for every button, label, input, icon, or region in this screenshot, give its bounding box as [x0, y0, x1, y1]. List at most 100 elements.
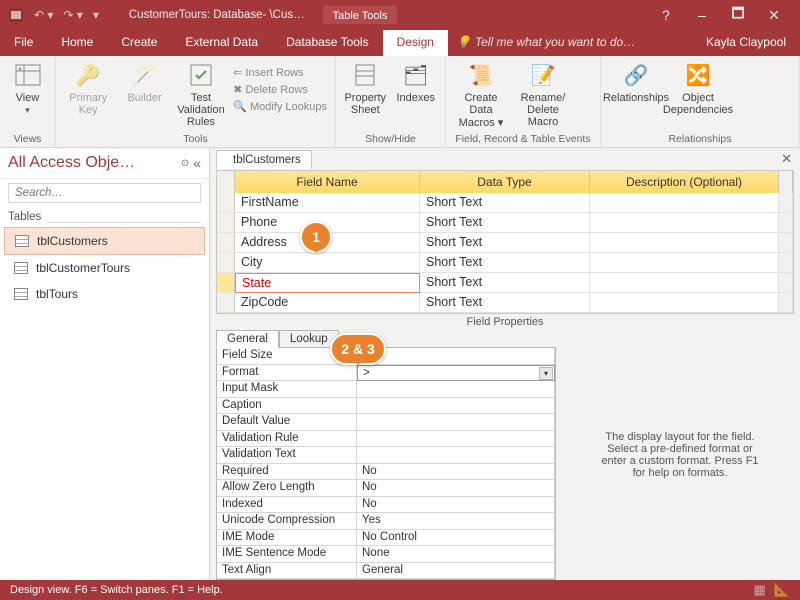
redo-icon[interactable]: ↷ ▾	[63, 8, 82, 22]
col-field-name[interactable]: Field Name	[235, 171, 420, 193]
tab-design[interactable]: Design	[383, 30, 448, 56]
description-cell[interactable]	[590, 273, 779, 293]
property-row[interactable]: Caption	[217, 398, 555, 415]
qat-customize-icon[interactable]: ▾	[93, 8, 99, 22]
insert-rows-button[interactable]: ⇐ Insert Rows	[233, 66, 327, 79]
field-name-cell[interactable]: ZipCode	[235, 293, 420, 313]
close-button[interactable]: ✕	[756, 7, 792, 24]
data-type-cell[interactable]: Short Text	[420, 253, 590, 273]
minimize-button[interactable]: –	[684, 7, 720, 23]
tab-general[interactable]: General	[216, 330, 279, 348]
description-cell[interactable]	[590, 193, 779, 213]
scrollbar-vertical[interactable]	[779, 273, 793, 293]
property-row[interactable]: IME Sentence ModeNone	[217, 546, 555, 563]
field-row[interactable]: StateShort Text	[217, 273, 793, 293]
nav-header[interactable]: All Access Obje…	[8, 154, 177, 172]
property-row[interactable]: IME ModeNo Control	[217, 530, 555, 547]
scrollbar-vertical[interactable]	[779, 213, 793, 233]
relationships-button[interactable]: 🔗Relationships	[609, 60, 663, 104]
tab-file[interactable]: File	[0, 30, 47, 56]
tab-create[interactable]: Create	[107, 30, 171, 56]
property-value[interactable]	[357, 447, 555, 464]
property-value[interactable]: General	[357, 563, 555, 580]
property-row[interactable]: Text AlignGeneral	[217, 563, 555, 580]
scrollbar-vertical[interactable]	[779, 193, 793, 213]
undo-icon[interactable]: ↶ ▾	[34, 8, 53, 22]
property-value[interactable]: No	[357, 464, 555, 481]
property-row[interactable]: RequiredNo	[217, 464, 555, 481]
row-selector[interactable]	[217, 293, 235, 313]
field-name-cell[interactable]: State	[235, 273, 420, 293]
view-button[interactable]: View ▼	[8, 60, 47, 115]
data-type-cell[interactable]: Short Text	[420, 233, 590, 253]
field-name-cell[interactable]: City	[235, 253, 420, 273]
dropdown-icon[interactable]: ▾	[539, 367, 553, 380]
scrollbar-vertical[interactable]	[779, 293, 793, 313]
property-value[interactable]: No Control	[357, 530, 555, 547]
row-selector[interactable]	[217, 213, 235, 233]
field-row[interactable]: ZipCodeShort Text	[217, 293, 793, 313]
close-object-icon[interactable]: ✕	[781, 151, 792, 167]
tab-home[interactable]: Home	[47, 30, 107, 56]
property-value[interactable]	[357, 431, 555, 448]
data-type-cell[interactable]: Short Text	[420, 213, 590, 233]
property-row[interactable]: Allow Zero LengthNo	[217, 480, 555, 497]
description-cell[interactable]	[590, 293, 779, 313]
scrollbar-vertical[interactable]	[779, 253, 793, 273]
scrollbar-vertical[interactable]	[779, 171, 793, 193]
tab-database-tools[interactable]: Database Tools	[272, 30, 383, 56]
restore-button[interactable]: 🗖	[720, 3, 756, 27]
property-value[interactable]: No	[357, 480, 555, 497]
property-row[interactable]: Format>▾	[217, 365, 555, 382]
property-value[interactable]	[357, 414, 555, 431]
property-value[interactable]: No	[357, 497, 555, 514]
collapse-nav-icon[interactable]: «	[193, 155, 201, 171]
builder-button[interactable]: 🪄Builder	[120, 60, 168, 104]
property-value[interactable]: None	[357, 546, 555, 563]
search-input[interactable]	[8, 183, 201, 203]
col-description[interactable]: Description (Optional)	[590, 171, 779, 193]
dependencies-button[interactable]: 🔀Object Dependencies	[671, 60, 725, 116]
row-selector[interactable]	[217, 233, 235, 253]
nav-item-tblCustomerTours[interactable]: tblCustomerTours	[0, 255, 209, 281]
chevron-down-icon[interactable]: ⊙	[181, 158, 189, 169]
select-all-rows[interactable]	[217, 171, 235, 193]
nav-item-tblCustomers[interactable]: tblCustomers	[4, 227, 205, 255]
indexes-button[interactable]: 🗂Indexes	[395, 60, 438, 104]
scrollbar-vertical[interactable]	[779, 233, 793, 253]
description-cell[interactable]	[590, 253, 779, 273]
property-row[interactable]: Unicode CompressionYes	[217, 513, 555, 530]
design-view-icon[interactable]: 📐	[774, 582, 790, 598]
rename-delete-macro-button[interactable]: 📝Rename/ Delete Macro	[516, 60, 570, 128]
nav-item-tblTours[interactable]: tblTours	[0, 281, 209, 307]
data-type-cell[interactable]: Short Text	[420, 193, 590, 213]
row-selector[interactable]	[217, 253, 235, 273]
property-row[interactable]: Field Size50	[217, 348, 555, 365]
primary-key-button[interactable]: 🔑Primary Key	[64, 60, 112, 116]
property-row[interactable]: Input Mask	[217, 381, 555, 398]
delete-rows-button[interactable]: ✖ Delete Rows	[233, 83, 327, 96]
help-button[interactable]: ?	[648, 7, 684, 23]
row-selector[interactable]	[217, 273, 235, 293]
field-row[interactable]: CityShort Text	[217, 253, 793, 273]
datasheet-view-icon[interactable]: ▦	[754, 582, 766, 598]
col-data-type[interactable]: Data Type	[420, 171, 590, 193]
description-cell[interactable]	[590, 213, 779, 233]
description-cell[interactable]	[590, 233, 779, 253]
tell-me[interactable]: 💡Tell me what you want to do…	[448, 30, 643, 56]
test-validation-button[interactable]: Test Validation Rules	[177, 60, 225, 128]
create-data-macros-button[interactable]: 📜Create Data Macros ▾	[454, 60, 508, 129]
property-row[interactable]: IndexedNo	[217, 497, 555, 514]
property-row[interactable]: Validation Text	[217, 447, 555, 464]
property-value[interactable]	[357, 381, 555, 398]
property-sheet-button[interactable]: Property Sheet	[344, 60, 387, 116]
tab-external-data[interactable]: External Data	[171, 30, 272, 56]
property-value[interactable]: Yes	[357, 513, 555, 530]
data-type-cell[interactable]: Short Text	[420, 273, 590, 293]
property-value[interactable]: >▾	[357, 365, 555, 382]
property-value[interactable]: 50	[357, 348, 555, 365]
row-selector[interactable]	[217, 193, 235, 213]
data-type-cell[interactable]: Short Text	[420, 293, 590, 313]
modify-lookups-button[interactable]: 🔍 Modify Lookups	[233, 100, 327, 113]
object-tab[interactable]: tblCustomers	[216, 150, 312, 169]
